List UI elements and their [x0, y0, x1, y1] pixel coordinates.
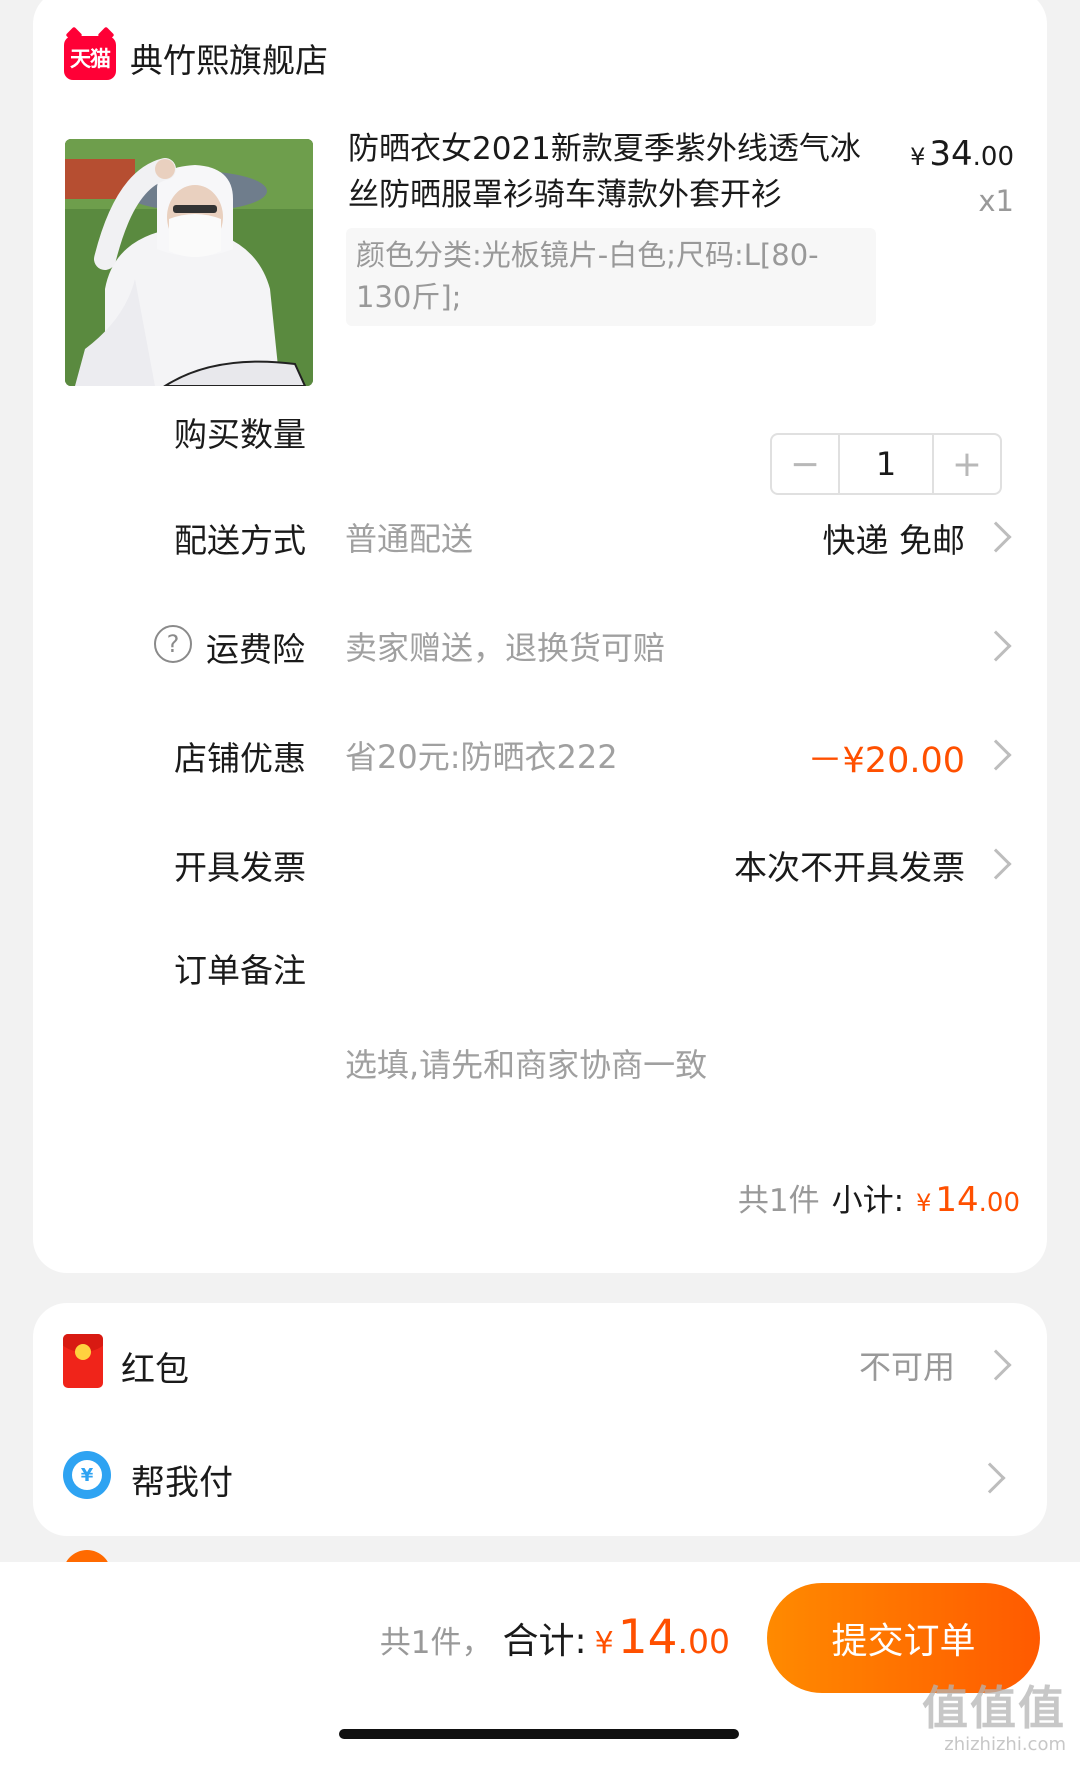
subtotal-amount: ¥14.00: [916, 1180, 1020, 1220]
chevron-right-icon: [980, 848, 1012, 880]
quantity-label: 购买数量: [174, 415, 306, 454]
subtotal-decimal: .00: [978, 1188, 1020, 1218]
discount-label: 店铺优惠: [174, 739, 306, 778]
home-indicator[interactable]: [339, 1729, 739, 1739]
chevron-right-icon: [980, 1349, 1012, 1381]
order-note-input[interactable]: [345, 1035, 965, 1095]
store-name[interactable]: 典竹熙旗舰店: [130, 34, 328, 82]
discount-amount: －¥20.00: [807, 741, 965, 781]
price-integer: 34: [929, 134, 973, 174]
delivery-value: 快递 免邮: [822, 521, 966, 560]
insurance-sub: 卖家赠送，退换货可赔: [345, 629, 666, 667]
product-title[interactable]: 防晒衣女2021新款夏季紫外线透气冰丝防晒服罩衫骑车薄款外套开衫: [348, 126, 888, 218]
shipping-insurance-row[interactable]: ? 运费险 卖家赠送，退换货可赔: [33, 617, 1047, 677]
subtotal-currency: ¥: [916, 1189, 932, 1217]
decrement-button[interactable]: −: [772, 435, 838, 493]
red-packet-value: 不可用: [858, 1348, 955, 1386]
subtotal-integer: 14: [935, 1180, 979, 1220]
note-label: 订单备注: [174, 951, 306, 990]
checkout-bar: 共1件， 合计: ¥14.00 提交订单 值值值 zhizhizhi.com: [0, 1562, 1080, 1768]
subtotal: 共1件 小计: ¥14.00: [738, 1175, 1020, 1220]
total-decimal: .00: [677, 1622, 730, 1661]
help-icon[interactable]: ?: [154, 625, 192, 663]
price-currency: ¥: [910, 143, 926, 171]
order-note-row: 订单备注: [33, 938, 1047, 998]
watermark-logo: 值值值: [922, 1681, 1066, 1735]
pay-coin-icon: ¥: [63, 1451, 111, 1499]
insurance-label: 运费险: [206, 630, 305, 669]
product-image[interactable]: [65, 139, 313, 386]
total-currency: ¥: [594, 1626, 614, 1661]
yuan-icon: ¥: [72, 1460, 102, 1490]
chevron-right-icon: [980, 630, 1012, 662]
delivery-sub: 普通配送: [345, 520, 474, 558]
quantity-value[interactable]: 1: [838, 435, 934, 493]
tmall-logo-icon: 天猫: [64, 36, 116, 80]
store-header[interactable]: 天猫 典竹熙旗舰店: [64, 32, 328, 84]
total-label: 合计:: [502, 1621, 587, 1662]
chevron-right-icon: [980, 739, 1012, 771]
delivery-label: 配送方式: [174, 521, 306, 560]
quantity-stepper: − 1 +: [770, 433, 1002, 495]
red-packet-label: 红包: [121, 1350, 189, 1390]
product-photo-illustration: [65, 139, 313, 386]
price-decimal: .00: [972, 142, 1014, 172]
chevron-right-icon: [974, 1462, 1006, 1494]
subtotal-count: 共1件: [737, 1183, 820, 1219]
payment-options-card: 红包 不可用 ¥ 帮我付: [33, 1303, 1047, 1536]
invoice-value: 本次不开具发票: [734, 848, 965, 887]
invoice-label: 开具发票: [174, 848, 306, 887]
total-integer: 14: [617, 1610, 678, 1665]
discount-sub: 省20元:防晒衣222: [345, 738, 618, 776]
order-total: 共1件， 合计: ¥14.00: [380, 1610, 730, 1665]
invoice-row[interactable]: 开具发票 本次不开具发票: [33, 835, 1047, 895]
help-me-pay-row[interactable]: ¥ 帮我付: [33, 1443, 1047, 1513]
delivery-row[interactable]: 配送方式 普通配送 快递 免邮: [33, 508, 1047, 568]
store-order-card: 天猫 典竹熙旗舰店 防晒衣女2021新款夏季紫外线透气冰丝防晒服罩衫骑车薄款外套…: [33, 0, 1047, 1273]
product-price-block: ¥34.00 x1: [910, 134, 1014, 218]
subtotal-label: 小计:: [831, 1183, 905, 1219]
increment-button[interactable]: +: [934, 435, 1000, 493]
red-packet-icon: [63, 1334, 103, 1388]
watermark: 值值值 zhizhizhi.com: [922, 1672, 1066, 1755]
watermark-url: zhizhizhi.com: [944, 1734, 1066, 1755]
product-price: ¥34.00: [910, 134, 1014, 174]
red-packet-row[interactable]: 红包 不可用: [33, 1330, 1047, 1400]
store-discount-row[interactable]: 店铺优惠 省20元:防晒衣222 －¥20.00: [33, 726, 1047, 786]
total-amount: ¥14.00: [595, 1610, 730, 1665]
total-count: 共1件，: [379, 1625, 493, 1661]
help-me-pay-label: 帮我付: [131, 1463, 233, 1503]
product-sku[interactable]: 颜色分类:光板镜片-白色;尺码:L[80-130斤];: [346, 228, 876, 326]
chevron-right-icon: [980, 521, 1012, 553]
product-quantity-mark: x1: [978, 184, 1014, 218]
